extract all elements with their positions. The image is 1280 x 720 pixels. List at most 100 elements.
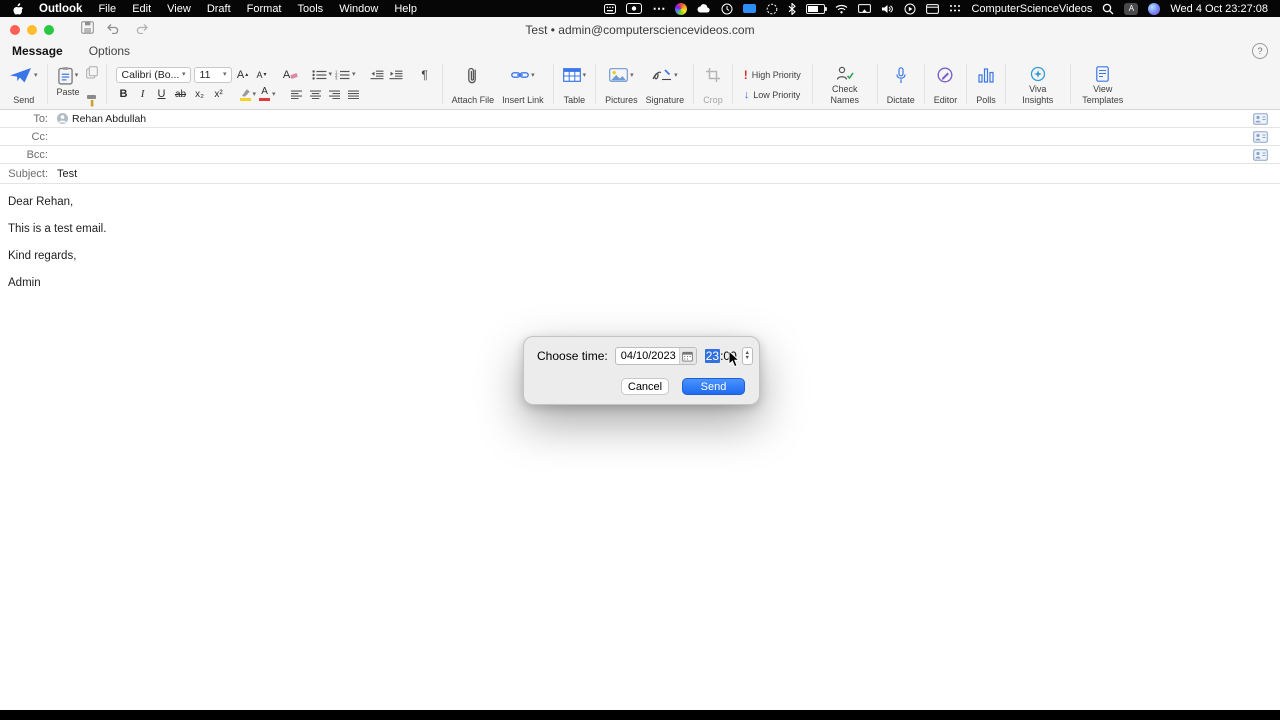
copy-icon[interactable] [86, 64, 99, 80]
screen-mirroring-icon[interactable] [858, 2, 872, 15]
menu-draft[interactable]: Draft [207, 3, 231, 15]
numbering-button[interactable]: 1. 2. 3. ▾ [335, 67, 356, 82]
menu-edit[interactable]: Edit [132, 3, 151, 15]
redo-icon[interactable] [134, 21, 148, 39]
chevron-down-icon: ▾ [674, 71, 678, 79]
ribbon-separator [1004, 64, 1006, 104]
battery-icon[interactable] [806, 2, 828, 15]
menu-format[interactable]: Format [247, 3, 282, 15]
editor-button[interactable]: Editor [930, 61, 962, 107]
dots-grid-icon[interactable] [949, 2, 961, 15]
siri-icon[interactable] [1148, 2, 1161, 15]
increase-indent-button[interactable] [388, 67, 404, 82]
subscript-button[interactable]: x₂ [192, 87, 208, 102]
help-button[interactable]: ? [1252, 42, 1268, 59]
font-name-select[interactable]: Calibri (Bo... ▾ [115, 66, 191, 83]
underline-button[interactable]: U [154, 87, 170, 102]
menubar-status-text[interactable]: ComputerScienceVideos [971, 3, 1092, 15]
save-icon[interactable] [81, 20, 94, 39]
minimize-window-button[interactable] [27, 24, 37, 35]
align-right-icon [328, 90, 340, 99]
font-color-button[interactable]: A ▾ [259, 87, 276, 102]
search-icon[interactable] [1102, 2, 1114, 15]
tab-message[interactable]: Message [12, 44, 63, 58]
decrease-indent-button[interactable] [369, 67, 385, 82]
check-names-button[interactable]: Check Names [818, 61, 872, 107]
apple-menu[interactable] [12, 2, 23, 15]
menu-help[interactable]: Help [394, 3, 417, 15]
bcc-field[interactable]: Bcc: [0, 146, 1280, 164]
send-button[interactable]: ▾ Send [6, 61, 42, 107]
table-button[interactable]: ▾ Table [559, 61, 591, 107]
zoom-window-button[interactable] [44, 24, 54, 35]
time-hour[interactable]: 23 [704, 349, 721, 363]
wifi-icon[interactable] [835, 2, 848, 15]
cancel-button[interactable]: Cancel [621, 378, 669, 395]
attach-file-button[interactable]: Attach File [448, 61, 499, 107]
paragraph-marks-button[interactable]: ¶ [417, 67, 433, 82]
align-left-button[interactable] [289, 87, 305, 102]
view-templates-button[interactable]: View Templates [1076, 61, 1130, 107]
bold-button[interactable]: B [116, 87, 132, 102]
recipient-chip[interactable]: Rehan Abdullah [57, 113, 146, 125]
align-center-button[interactable] [308, 87, 324, 102]
cc-field[interactable]: Cc: [0, 128, 1280, 146]
more-icon[interactable]: ⋯ [652, 1, 665, 16]
italic-button[interactable]: I [135, 87, 151, 102]
highlight-color-button[interactable]: ▾ [239, 87, 256, 102]
color-wheel-icon[interactable] [675, 2, 688, 15]
paste-button[interactable]: ▾ Paste [53, 61, 84, 99]
undo-icon[interactable] [107, 21, 121, 39]
recipient-name: Rehan Abdullah [72, 112, 147, 125]
dictate-button[interactable]: Dictate [883, 61, 919, 107]
clear-formatting-button[interactable]: A [283, 67, 299, 82]
align-right-button[interactable] [327, 87, 343, 102]
stepper-down-icon[interactable]: ▼ [745, 355, 750, 361]
progress-circle-icon[interactable] [766, 2, 778, 15]
tab-options[interactable]: Options [89, 44, 130, 58]
time-stepper[interactable]: ▲ ▼ [741, 347, 753, 365]
format-painter-icon[interactable] [86, 92, 99, 108]
menu-window[interactable]: Window [339, 3, 378, 15]
message-body[interactable]: Dear Rehan, This is a test email. Kind r… [0, 181, 1280, 710]
justify-button[interactable] [346, 87, 362, 102]
menu-view[interactable]: View [167, 3, 191, 15]
menu-file[interactable]: File [98, 3, 116, 15]
display-icon[interactable] [743, 2, 757, 15]
polls-button[interactable]: Polls [972, 61, 1000, 107]
menu-tools[interactable]: Tools [298, 3, 324, 15]
window-icon[interactable] [926, 2, 940, 15]
calendar-picker-button[interactable] [678, 348, 696, 364]
volume-icon[interactable] [881, 2, 894, 15]
shrink-font-button[interactable]: A ▾ [254, 67, 270, 82]
superscript-button[interactable]: x² [211, 87, 227, 102]
viva-insights-label: Viva Insights [1022, 84, 1054, 105]
microphone-icon [896, 66, 906, 83]
to-field[interactable]: To: Rehan Abdullah [0, 110, 1280, 128]
font-size-select[interactable]: 11 ▾ [193, 66, 232, 83]
play-icon[interactable] [904, 2, 916, 15]
low-priority-button[interactable]: ↓ Low Priority [744, 89, 801, 101]
bullets-button[interactable]: ▾ [311, 67, 332, 82]
templates-icon [1096, 65, 1110, 82]
dialog-send-button[interactable]: Send [682, 378, 745, 395]
grow-font-button[interactable]: A ▴ [235, 67, 251, 82]
high-priority-button[interactable]: ! High Priority [744, 68, 801, 82]
input-source-icon[interactable]: A [1124, 2, 1139, 15]
strikethrough-button[interactable]: ab [173, 87, 189, 102]
close-window-button[interactable] [10, 24, 20, 35]
signature-button[interactable]: ▾ Signature [642, 61, 689, 107]
menu-app-name[interactable]: Outlook [39, 3, 82, 15]
pictures-button[interactable]: ▾ Pictures [601, 61, 642, 107]
viva-insights-button[interactable]: Viva Insights [1011, 61, 1065, 107]
clock-icon[interactable] [721, 2, 733, 15]
keyboard-icon[interactable] [604, 2, 617, 15]
screen-record-icon[interactable] [626, 2, 643, 15]
insert-link-button[interactable]: ▾ Insert Link [498, 61, 548, 107]
menubar-clock[interactable]: Wed 4 Oct 23:27:08 [1170, 3, 1268, 15]
chevron-down-icon: ▾ [34, 71, 38, 79]
date-input[interactable]: 04/10/2023 [614, 347, 697, 365]
bluetooth-icon[interactable] [788, 2, 797, 15]
cloud-icon[interactable] [697, 2, 711, 15]
signature-icon [652, 69, 672, 81]
